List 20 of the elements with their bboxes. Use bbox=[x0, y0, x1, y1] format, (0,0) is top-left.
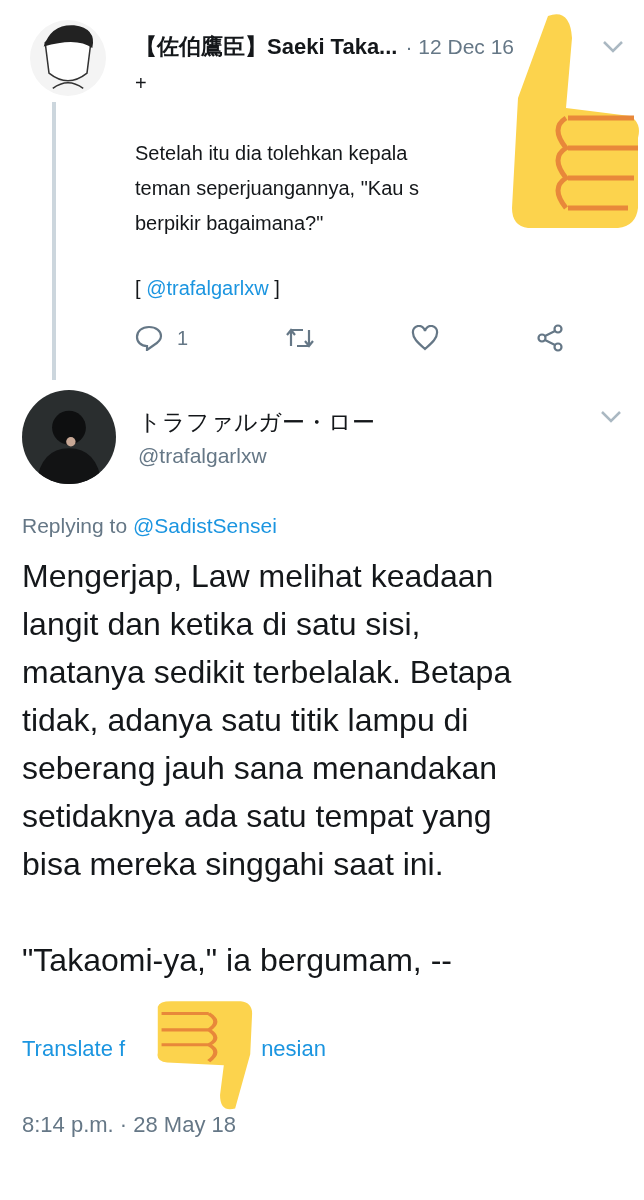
tweet-text: "Takaomi-ya," ia bergumam, -- bbox=[22, 941, 453, 980]
heart-icon[interactable] bbox=[411, 325, 440, 351]
author-name: 【佐伯鷹臣】Saeki Taka... bbox=[135, 33, 398, 61]
mention-text: [ @trafalgarlxw ] bbox=[135, 277, 281, 300]
tweet-text: Setelah itu dia tolehkan kepala teman seperjuangannya, "Kau s berpikir bagaimana?" bbox=[135, 141, 419, 236]
mention-link[interactable]: @SadistSensei bbox=[132, 514, 277, 537]
plus-text: + bbox=[135, 71, 148, 96]
reply-icon[interactable] bbox=[135, 325, 163, 351]
mention-link[interactable]: @trafalgarlxw bbox=[146, 277, 269, 299]
retweet-icon[interactable] bbox=[284, 326, 315, 350]
tweet-date: · 12 Dec 16 bbox=[405, 35, 514, 59]
share-icon[interactable] bbox=[536, 324, 564, 352]
tweet-text: Mengerjap, Law melihat keadaan langit dan ketika di satu sisi, matanya sedikit terbelalak. Betapa tidak, adanya satu titik lampu di seberang jauh sana menandakan setidaknya ada satu tempat yang bisa mereka singgahi saat ini. bbox=[22, 557, 513, 884]
replying-to-text: Replying to @SadistSensei bbox=[22, 514, 278, 538]
reply-count: 1 bbox=[177, 326, 189, 350]
translate-link[interactable]: Translate f bbox=[22, 1036, 126, 1062]
display-name: トラファルガー・ロー bbox=[138, 407, 376, 437]
user-handle: @trafalgarlxw bbox=[138, 443, 268, 468]
translate-link[interactable]: nesian bbox=[261, 1036, 326, 1062]
timestamp: 8:14 p.m. · 28 May 18 bbox=[22, 1112, 237, 1138]
